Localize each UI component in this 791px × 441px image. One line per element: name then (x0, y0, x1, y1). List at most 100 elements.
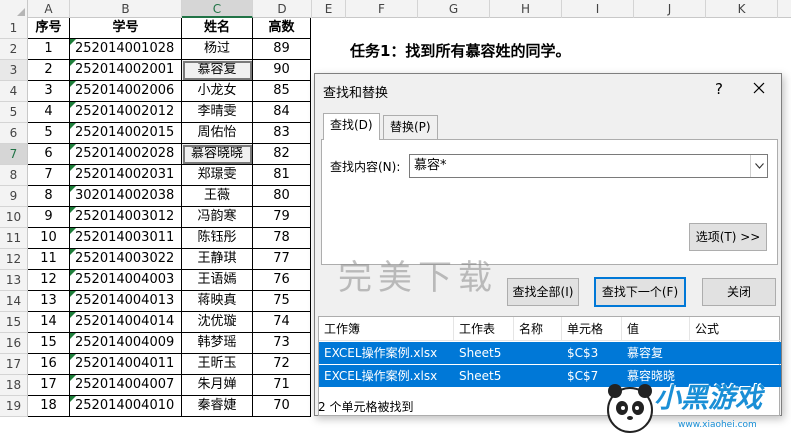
cell-score[interactable]: 76 (253, 270, 311, 291)
cell-no[interactable]: 14 (28, 312, 70, 333)
close-icon[interactable] (748, 78, 770, 100)
cell-name[interactable]: 慕容晓晓 (182, 144, 253, 165)
cell-no[interactable]: 13 (28, 291, 70, 312)
column-header-a[interactable]: A (28, 0, 70, 18)
tab-find[interactable]: 查找(D) (323, 113, 380, 140)
results-header-cell[interactable]: 单元格 (562, 317, 622, 341)
row-header[interactable]: 13 (0, 270, 28, 291)
close-button[interactable]: 关闭 (702, 278, 776, 306)
row-header[interactable]: 14 (0, 291, 28, 312)
row-header[interactable]: 16 (0, 333, 28, 354)
cell-name[interactable]: 朱月婵 (182, 375, 253, 396)
cell-student-id[interactable]: 252014002001 (70, 60, 182, 81)
cell-score[interactable]: 80 (253, 186, 311, 207)
column-header-h[interactable]: H (490, 0, 562, 18)
cell-name[interactable]: 秦睿婕 (182, 396, 253, 417)
cell-score[interactable]: 84 (253, 102, 311, 123)
cell-no[interactable]: 2 (28, 60, 70, 81)
cell-no[interactable]: 10 (28, 228, 70, 249)
cell-student-id[interactable]: 252014004003 (70, 270, 182, 291)
cell-student-id[interactable]: 252014003022 (70, 249, 182, 270)
results-header-name[interactable]: 名称 (514, 317, 562, 341)
row-header[interactable]: 17 (0, 354, 28, 375)
column-header-j[interactable]: J (634, 0, 706, 18)
cell-student-id[interactable]: 252014004009 (70, 333, 182, 354)
cell-score[interactable]: 79 (253, 207, 311, 228)
cell-score[interactable]: 77 (253, 249, 311, 270)
cell-no[interactable]: 17 (28, 375, 70, 396)
cell-score[interactable]: 90 (253, 60, 311, 81)
cell-name[interactable]: 韩梦瑶 (182, 333, 253, 354)
row-header[interactable]: 11 (0, 228, 28, 249)
cell-no[interactable]: 3 (28, 81, 70, 102)
cell-student-id[interactable]: 252014002031 (70, 165, 182, 186)
cell-no[interactable]: 11 (28, 249, 70, 270)
cell-name[interactable]: 王静琪 (182, 249, 253, 270)
column-header-d[interactable]: D (253, 0, 312, 18)
cell-student-id[interactable]: 252014002012 (70, 102, 182, 123)
cell-no[interactable]: 4 (28, 102, 70, 123)
cell-name[interactable]: 冯韵寒 (182, 207, 253, 228)
cell-score[interactable]: 78 (253, 228, 311, 249)
column-header-e[interactable]: E (312, 0, 346, 18)
find-all-button[interactable]: 查找全部(I) (507, 278, 579, 306)
column-header-b[interactable]: B (70, 0, 182, 18)
column-header-i[interactable]: I (562, 0, 634, 18)
cell-score[interactable]: 83 (253, 123, 311, 144)
cell-name[interactable]: 陈钰彤 (182, 228, 253, 249)
row-header[interactable]: 1 (0, 18, 28, 39)
cell-student-id[interactable]: 252014002028 (70, 144, 182, 165)
row-header[interactable]: 5 (0, 102, 28, 123)
cell-score[interactable]: 70 (253, 396, 311, 417)
cell-score[interactable]: 71 (253, 375, 311, 396)
cell-score[interactable]: 72 (253, 354, 311, 375)
row-header[interactable]: 7 (0, 144, 28, 165)
cell-score[interactable]: 89 (253, 39, 311, 60)
row-header[interactable]: 6 (0, 123, 28, 144)
column-header-k[interactable]: K (706, 0, 778, 18)
cell-score[interactable]: 74 (253, 312, 311, 333)
cell-name[interactable]: 慕容复 (182, 60, 253, 81)
row-header[interactable]: 3 (0, 60, 28, 81)
chevron-down-icon[interactable] (750, 155, 767, 177)
row-header[interactable]: 4 (0, 81, 28, 102)
row-header[interactable]: 9 (0, 186, 28, 207)
row-header[interactable]: 18 (0, 375, 28, 396)
cell-no[interactable]: 15 (28, 333, 70, 354)
results-header-workbook[interactable]: 工作簿 (319, 317, 454, 341)
cell-no[interactable]: 6 (28, 144, 70, 165)
cell-no[interactable]: 1 (28, 39, 70, 60)
cell-score[interactable]: 73 (253, 333, 311, 354)
row-header[interactable]: 12 (0, 249, 28, 270)
cell-name[interactable]: 小龙女 (182, 81, 253, 102)
cell-student-id[interactable]: 252014004007 (70, 375, 182, 396)
cell-no[interactable]: 18 (28, 396, 70, 417)
cell-student-id[interactable]: 252014004013 (70, 291, 182, 312)
cell-name[interactable]: 王薇 (182, 186, 253, 207)
results-header-value[interactable]: 值 (622, 317, 690, 341)
row-header[interactable]: 8 (0, 165, 28, 186)
cell-student-id[interactable]: 252014003012 (70, 207, 182, 228)
results-header-formula[interactable]: 公式 (690, 317, 781, 341)
cell-name[interactable]: 王语嫣 (182, 270, 253, 291)
cell-score[interactable]: 75 (253, 291, 311, 312)
cell-student-id[interactable]: 252014004011 (70, 354, 182, 375)
cell-student-id[interactable]: 252014002006 (70, 81, 182, 102)
row-header[interactable]: 10 (0, 207, 28, 228)
results-header-sheet[interactable]: 工作表 (454, 317, 514, 341)
results-row[interactable]: EXCEL操作案例.xlsx Sheet5 $C$3 慕容复 (319, 342, 781, 364)
cell-name[interactable]: 王昕玉 (182, 354, 253, 375)
cell-student-id[interactable]: 252014004014 (70, 312, 182, 333)
find-next-button[interactable]: 查找下一个(F) (594, 277, 686, 307)
cell-no[interactable]: 12 (28, 270, 70, 291)
cell-name[interactable]: 蒋映真 (182, 291, 253, 312)
row-header[interactable]: 19 (0, 396, 28, 417)
header-cell-id[interactable]: 学号 (70, 18, 182, 39)
cell-name[interactable]: 周佑怡 (182, 123, 253, 144)
header-cell-score[interactable]: 高数 (253, 18, 311, 39)
cell-name[interactable]: 郑璟雯 (182, 165, 253, 186)
cell-name[interactable]: 杨过 (182, 39, 253, 60)
row-header[interactable]: 2 (0, 39, 28, 60)
cell-student-id[interactable]: 252014001028 (70, 39, 182, 60)
cell-no[interactable]: 16 (28, 354, 70, 375)
